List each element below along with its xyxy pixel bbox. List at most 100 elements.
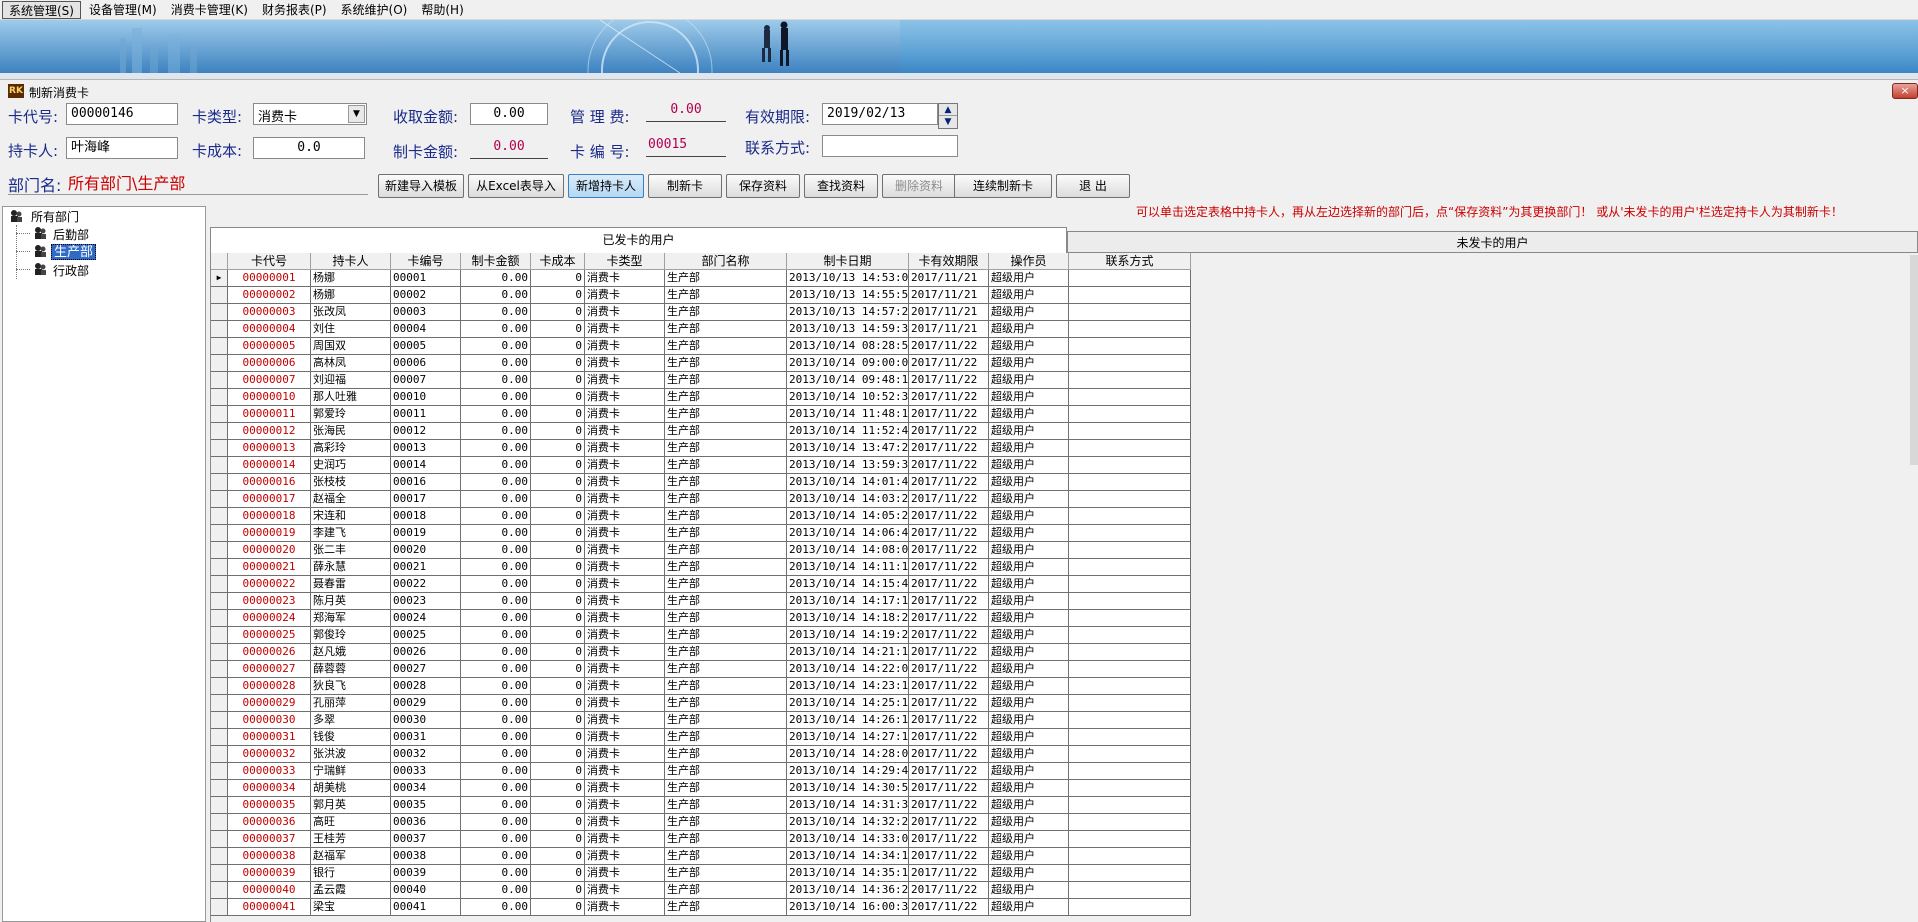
table-cell[interactable]: 00000040 — [228, 882, 311, 899]
table-cell[interactable]: 超级用户 — [989, 474, 1069, 491]
table-cell[interactable] — [1069, 678, 1191, 695]
table-cell[interactable]: 00000041 — [228, 899, 311, 916]
table-cell[interactable]: 00000019 — [228, 525, 311, 542]
table-cell[interactable]: 2017/11/22 — [909, 576, 989, 593]
table-cell[interactable]: 2013/10/14 14:30:52 — [787, 780, 909, 797]
row-indicator[interactable] — [211, 746, 228, 763]
column-header[interactable]: 部门名称 — [665, 253, 787, 270]
table-cell[interactable]: 张洪波 — [311, 746, 391, 763]
table-cell[interactable]: 00000039 — [228, 865, 311, 882]
table-cell[interactable] — [1069, 831, 1191, 848]
table-cell[interactable]: 超级用户 — [989, 423, 1069, 440]
tab-unissued-users[interactable]: 未发卡的用户 — [1067, 231, 1918, 253]
table-cell[interactable]: 2017/11/22 — [909, 763, 989, 780]
row-indicator[interactable] — [211, 423, 228, 440]
excel-import-button[interactable]: 从Excel表导入 — [468, 174, 564, 198]
table-cell[interactable]: 00028 — [391, 678, 461, 695]
table-cell[interactable]: 2013/10/14 09:48:12 — [787, 372, 909, 389]
table-cell[interactable]: 00000002 — [228, 287, 311, 304]
table-cell[interactable]: 超级用户 — [989, 644, 1069, 661]
table-cell[interactable]: 消费卡 — [585, 661, 665, 678]
row-indicator[interactable] — [211, 780, 228, 797]
table-cell[interactable]: 0 — [531, 474, 585, 491]
table-cell[interactable] — [1069, 661, 1191, 678]
menu-device[interactable]: 设备管理(M) — [83, 1, 163, 19]
table-cell[interactable] — [1069, 304, 1191, 321]
table-cell[interactable]: 2013/10/14 11:52:46 — [787, 423, 909, 440]
table-cell[interactable]: 2017/11/22 — [909, 899, 989, 916]
row-indicator[interactable] — [211, 661, 228, 678]
table-cell[interactable]: 0 — [531, 780, 585, 797]
table-cell[interactable]: 2013/10/14 14:22:05 — [787, 661, 909, 678]
table-cell[interactable]: 杨娜 — [311, 270, 391, 287]
table-cell[interactable]: 0.00 — [461, 304, 531, 321]
table-cell[interactable]: 2013/10/13 14:53:01 — [787, 270, 909, 287]
table-row[interactable]: 00000028 狄良飞 00028 0.00 0 消费卡 生产部 2013/10/14 14… — [211, 678, 1911, 695]
table-cell[interactable]: 超级用户 — [989, 321, 1069, 338]
table-cell[interactable]: 0.00 — [461, 406, 531, 423]
column-header[interactable]: 制卡金额 — [461, 253, 531, 270]
table-cell[interactable]: 2013/10/14 14:19:28 — [787, 627, 909, 644]
add-holder-button[interactable]: 新增持卡人 — [568, 174, 644, 198]
table-cell[interactable] — [1069, 627, 1191, 644]
table-cell[interactable]: 2013/10/14 14:28:09 — [787, 746, 909, 763]
table-cell[interactable]: 消费卡 — [585, 610, 665, 627]
table-cell[interactable]: 2013/10/14 14:15:43 — [787, 576, 909, 593]
table-cell[interactable]: 00000017 — [228, 491, 311, 508]
table-cell[interactable]: 超级用户 — [989, 729, 1069, 746]
table-row[interactable]: 00000004 刘住 00004 0.00 0 消费卡 生产部 2013/10/13 14:… — [211, 321, 1911, 338]
table-cell[interactable]: 00000001 — [228, 270, 311, 287]
table-cell[interactable]: 2013/10/14 11:48:10 — [787, 406, 909, 423]
table-cell[interactable]: 消费卡 — [585, 695, 665, 712]
table-cell[interactable]: 消费卡 — [585, 899, 665, 916]
table-cell[interactable]: 赵福军 — [311, 848, 391, 865]
table-cell[interactable] — [1069, 746, 1191, 763]
row-indicator[interactable] — [211, 304, 228, 321]
table-cell[interactable]: 超级用户 — [989, 712, 1069, 729]
table-cell[interactable]: 00000020 — [228, 542, 311, 559]
table-cell[interactable]: 0 — [531, 746, 585, 763]
table-cell[interactable]: 张枝枝 — [311, 474, 391, 491]
table-cell[interactable] — [1069, 729, 1191, 746]
spin-up-icon[interactable]: ▲ — [939, 104, 957, 116]
table-cell[interactable]: 0 — [531, 610, 585, 627]
table-cell[interactable]: 0.00 — [461, 372, 531, 389]
table-cell[interactable]: 超级用户 — [989, 746, 1069, 763]
table-cell[interactable]: 2013/10/14 14:08:02 — [787, 542, 909, 559]
table-cell[interactable] — [1069, 525, 1191, 542]
table-cell[interactable]: 薛蓉蓉 — [311, 661, 391, 678]
table-cell[interactable]: 生产部 — [665, 508, 787, 525]
table-cell[interactable]: 0 — [531, 576, 585, 593]
table-cell[interactable]: 2013/10/14 14:34:19 — [787, 848, 909, 865]
table-cell[interactable]: 生产部 — [665, 831, 787, 848]
card-type-select[interactable]: 消费卡 ▼ — [253, 103, 367, 125]
table-cell[interactable]: 消费卡 — [585, 814, 665, 831]
table-cell[interactable]: 生产部 — [665, 627, 787, 644]
table-cell[interactable]: 0 — [531, 508, 585, 525]
row-indicator[interactable] — [211, 321, 228, 338]
table-cell[interactable]: 2017/11/22 — [909, 559, 989, 576]
table-cell[interactable]: 消费卡 — [585, 491, 665, 508]
table-cell[interactable]: 生产部 — [665, 321, 787, 338]
table-cell[interactable]: 生产部 — [665, 525, 787, 542]
table-cell[interactable]: 超级用户 — [989, 763, 1069, 780]
table-cell[interactable]: 消费卡 — [585, 865, 665, 882]
table-cell[interactable]: 2017/11/22 — [909, 814, 989, 831]
table-cell[interactable] — [1069, 474, 1191, 491]
table-cell[interactable]: 0.00 — [461, 712, 531, 729]
table-cell[interactable]: 生产部 — [665, 644, 787, 661]
table-cell[interactable]: 0.00 — [461, 457, 531, 474]
table-row[interactable]: 00000018 宋连和 00018 0.00 0 消费卡 生产部 2013/10/14 14… — [211, 508, 1911, 525]
table-cell[interactable]: 00035 — [391, 797, 461, 814]
table-cell[interactable]: 消费卡 — [585, 542, 665, 559]
table-cell[interactable]: 2013/10/14 14:33:07 — [787, 831, 909, 848]
table-cell[interactable]: 超级用户 — [989, 287, 1069, 304]
table-cell[interactable]: 宋连和 — [311, 508, 391, 525]
table-cell[interactable]: 0 — [531, 270, 585, 287]
row-indicator[interactable] — [211, 491, 228, 508]
table-cell[interactable]: 超级用户 — [989, 593, 1069, 610]
table-cell[interactable]: 王桂芳 — [311, 831, 391, 848]
table-cell[interactable]: 2017/11/22 — [909, 610, 989, 627]
table-cell[interactable] — [1069, 270, 1191, 287]
table-cell[interactable]: 消费卡 — [585, 712, 665, 729]
